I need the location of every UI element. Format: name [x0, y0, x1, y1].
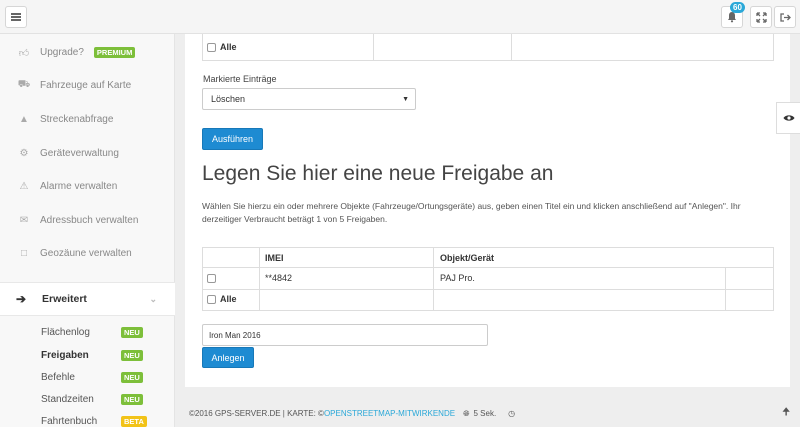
- eye-icon: [783, 115, 794, 121]
- sidebar-subitem-label: Flächenlog: [41, 326, 90, 338]
- unlock-icon: □: [20, 248, 28, 259]
- device-table-select-all[interactable]: Alle: [207, 294, 237, 304]
- table-row: [207, 274, 216, 283]
- menu-toggle-button[interactable]: [5, 6, 27, 28]
- new-badge: NEU: [121, 326, 143, 338]
- sidebar-item-label: Adressbuch verwalten: [40, 215, 139, 226]
- new-badge: NEU: [121, 349, 143, 361]
- sidebar-item-label: Fahrzeuge auf Karte: [40, 80, 132, 91]
- sidebar-item-label: Upgrade?: [40, 47, 84, 58]
- row-object: PAJ Pro.: [440, 273, 475, 283]
- toggle-visibility-button[interactable]: [776, 102, 800, 134]
- sidebar-subitem-logbook[interactable]: Fahrtenbuch BETA: [41, 410, 161, 427]
- gears-icon: ⚙: [19, 148, 29, 159]
- logout-button[interactable]: [774, 6, 796, 28]
- page-title: Legen Sie hier eine neue Freigabe an: [202, 162, 554, 185]
- share-title-value: Iron Man 2016: [209, 330, 261, 340]
- sidebar-item-route-query[interactable]: ▲ Streckenabfrage: [0, 103, 175, 136]
- sidebar-item-label: Alarme verwalten: [40, 181, 118, 192]
- sidebar-item-geofences[interactable]: □ Geozäune verwalten: [0, 237, 175, 270]
- refresh-interval: 5 Sek.: [473, 409, 497, 418]
- sidebar-subitem-label: Freigaben: [41, 349, 89, 361]
- sidebar-item-addressbook[interactable]: ✉ Adressbuch verwalten: [0, 204, 175, 237]
- column-header-object: Objekt/Gerät: [440, 253, 495, 263]
- truck-icon: ⛟: [17, 79, 31, 90]
- sidebar-item-upgrade[interactable]: 👍︎ Upgrade? PREMIUM: [0, 36, 175, 69]
- sidebar-subitem-idle-times[interactable]: Standzeiten NEU: [41, 388, 161, 410]
- sidebar-item-label: Geräteverwaltung: [40, 148, 119, 159]
- clock-icon[interactable]: ◷: [508, 409, 515, 418]
- sidebar-item-device-management[interactable]: ⚙ Geräteverwaltung: [0, 137, 175, 170]
- osm-contributors-link[interactable]: OPENSTREETMAP-MITWIRKENDE: [324, 409, 455, 418]
- sidebar-subitem-shares[interactable]: Freigaben NEU: [41, 344, 161, 366]
- sidebar: 👍︎ Upgrade? PREMIUM ⛟ Fahrzeuge auf Kart…: [0, 34, 175, 427]
- logout-icon: [779, 12, 791, 22]
- select-all-checkbox[interactable]: [207, 294, 216, 304]
- notification-count-badge: 60: [730, 2, 745, 13]
- arrow-right-icon: ➔: [16, 292, 27, 306]
- road-icon: ▲: [19, 114, 29, 125]
- sidebar-item-label: Geozäune verwalten: [40, 248, 132, 259]
- sidebar-subitem-label: Standzeiten: [41, 393, 94, 405]
- bulk-action-selected: Löschen: [211, 94, 246, 104]
- sidebar-item-vehicles-map[interactable]: ⛟ Fahrzeuge auf Karte: [0, 69, 175, 102]
- share-title-input[interactable]: Iron Man 2016: [202, 324, 488, 346]
- select-all-label: Alle: [220, 42, 237, 52]
- warning-icon: ⚠: [19, 181, 29, 192]
- top-bar: 60: [0, 0, 800, 34]
- sidebar-subitem-label: Fahrtenbuch: [41, 415, 98, 427]
- footer: ©2016 GPS-SERVER.DE | KARTE: © OPENSTREE…: [185, 400, 800, 427]
- sidebar-subitem-commands[interactable]: Befehle NEU: [41, 366, 161, 388]
- globe-icon: 🌐︎: [463, 408, 470, 418]
- page-description: Wählen Sie hierzu ein oder mehrere Objek…: [202, 201, 741, 224]
- shares-table: Alle: [202, 34, 774, 61]
- device-table: IMEI Objekt/Gerät **4842 PAJ Pro. Alle: [202, 247, 774, 311]
- chevron-down-icon: ⌄: [149, 293, 157, 304]
- row-checkbox[interactable]: [207, 274, 216, 283]
- hamburger-icon: [11, 13, 21, 21]
- scroll-top-icon[interactable]: 🠉︎: [782, 405, 790, 422]
- expand-icon: [755, 11, 767, 23]
- sidebar-section-advanced[interactable]: ➔ Erweitert ⌄: [0, 282, 175, 316]
- main-panel: Alle Markierte Einträge Löschen ▼ Ausfüh…: [185, 34, 790, 387]
- row-imei: **4842: [265, 273, 293, 283]
- execute-button[interactable]: Ausführen: [202, 128, 263, 150]
- bulk-action-label: Markierte Einträge: [203, 74, 277, 84]
- select-all-label: Alle: [220, 294, 237, 304]
- select-all-checkbox[interactable]: [207, 42, 216, 52]
- beta-badge: BETA: [121, 415, 147, 427]
- envelope-icon: ✉: [19, 215, 29, 226]
- footer-copyright: ©2016 GPS-SERVER.DE | KARTE: ©: [189, 409, 324, 418]
- new-badge: NEU: [121, 371, 143, 383]
- sidebar-subitem-label: Befehle: [41, 371, 75, 383]
- sidebar-subitem-area-log[interactable]: Flächenlog NEU: [41, 321, 161, 343]
- sidebar-section-label: Erweitert: [42, 293, 87, 305]
- caret-down-icon: ▼: [402, 95, 409, 103]
- premium-badge: PREMIUM: [93, 47, 136, 58]
- new-badge: NEU: [121, 393, 143, 405]
- column-header-imei: IMEI: [265, 253, 284, 263]
- bulk-action-select[interactable]: Löschen ▼: [202, 88, 416, 110]
- shares-table-select-all[interactable]: Alle: [207, 42, 237, 52]
- sidebar-item-label: Streckenabfrage: [40, 114, 114, 125]
- sidebar-item-alarms[interactable]: ⚠ Alarme verwalten: [0, 170, 175, 203]
- fullscreen-button[interactable]: [750, 6, 772, 28]
- thumbs-up-icon: 👍︎: [18, 47, 30, 59]
- create-button[interactable]: Anlegen: [202, 347, 254, 368]
